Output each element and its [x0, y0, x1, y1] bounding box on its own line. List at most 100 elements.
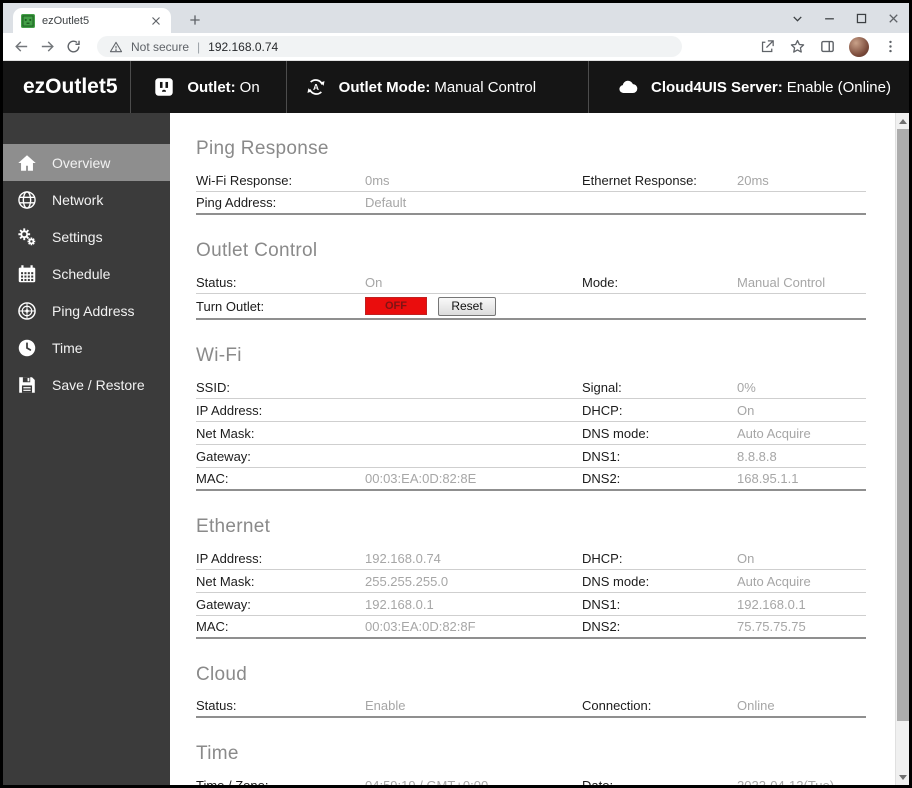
- side-panel-icon[interactable]: [819, 38, 836, 55]
- bookmark-star-icon[interactable]: [789, 38, 806, 55]
- field-label: DNS mode:: [582, 573, 650, 589]
- table-row: Turn Outlet: OFF Reset: [196, 294, 866, 320]
- sidebar-item-schedule[interactable]: Schedule: [3, 255, 170, 292]
- sidebar-item-settings[interactable]: Settings: [3, 218, 170, 255]
- section-title: Time: [196, 743, 239, 764]
- field-value: On: [737, 402, 755, 418]
- tab-close-icon[interactable]: [149, 14, 163, 28]
- field-value: On: [737, 550, 755, 566]
- field-label: Connection:: [582, 698, 652, 713]
- field-label: IP Address:: [196, 550, 263, 566]
- back-button[interactable]: [13, 38, 30, 55]
- section-ping-response: Ping Response Wi-Fi Response: 0ms Ethernet …: [196, 138, 866, 215]
- field-value: Online: [737, 698, 775, 713]
- section-title: Cloud: [196, 664, 248, 685]
- reload-button[interactable]: [65, 38, 82, 55]
- sidebar-item-label: Save / Restore: [52, 376, 145, 393]
- sidebar-item-label: Network: [52, 191, 104, 208]
- outlet-icon: [153, 76, 175, 98]
- address-bar[interactable]: Not secure | 192.168.0.74: [97, 36, 682, 57]
- maximize-button[interactable]: [854, 11, 869, 26]
- table-row: Gateway: DNS1: 8.8.8.8: [196, 445, 866, 468]
- section-title: Ping Response: [196, 138, 329, 159]
- field-label: Gateway:: [196, 596, 251, 612]
- window-close-button[interactable]: [886, 11, 901, 26]
- table-row: Ping Address: Default: [196, 192, 866, 215]
- field-label: Status:: [196, 698, 237, 713]
- field-label: DNS mode:: [582, 425, 650, 441]
- field-value: 00:03:EA:0D:82:8E: [365, 471, 477, 486]
- auto-mode-icon: A: [305, 76, 327, 98]
- table-row: MAC: 00:03:EA:0D:82:8E DNS2: 168.95.1.1: [196, 468, 866, 491]
- sidebar-item-ping-address[interactable]: Ping Address: [3, 292, 170, 329]
- minimize-button[interactable]: [822, 11, 837, 26]
- calendar-icon: [16, 263, 38, 285]
- reset-button[interactable]: Reset: [438, 296, 496, 316]
- section-time: Time Time / Zone: 04:59:19 / GMT+0:00 Date:…: [196, 743, 866, 785]
- field-label: Date:: [582, 777, 614, 786]
- sidebar-item-save-restore[interactable]: Save / Restore: [3, 366, 170, 403]
- not-secure-warning-icon[interactable]: [109, 40, 123, 54]
- field-value: 20ms: [737, 172, 769, 188]
- table-row: Status: Enable Connection: Online: [196, 695, 866, 718]
- tab-title: ezOutlet5: [42, 14, 90, 27]
- sidebar-item-overview[interactable]: Overview: [3, 144, 170, 181]
- field-value: Manual Control: [737, 274, 826, 290]
- tab-search-button[interactable]: [790, 11, 805, 26]
- section-title: Wi-Fi: [196, 345, 242, 366]
- table-row: IP Address: 192.168.0.74 DHCP: On: [196, 547, 866, 570]
- field-label: DHCP:: [582, 402, 623, 418]
- header-item-text: Cloud4UIS Server: Enable (Online): [651, 79, 891, 96]
- header-item-text: Outlet: On: [187, 79, 259, 96]
- field-label: DNS1:: [582, 596, 621, 612]
- window-controls: [790, 3, 901, 33]
- field-value: 168.95.1.1: [737, 471, 799, 486]
- target-icon: [16, 300, 38, 322]
- new-tab-button[interactable]: [185, 10, 205, 30]
- forward-button[interactable]: [39, 38, 56, 55]
- plus-icon: [187, 12, 203, 28]
- field-label: MAC:: [196, 619, 229, 634]
- field-label: Wi-Fi Response:: [196, 172, 293, 188]
- tab-strip: ezOutlet5: [3, 3, 909, 33]
- field-value: 192.168.0.1: [365, 596, 434, 612]
- field-label: Ethernet Response:: [582, 172, 697, 188]
- browser-tab[interactable]: ezOutlet5: [13, 8, 171, 33]
- browser-menu-icon[interactable]: [882, 38, 899, 55]
- tab-favicon-icon: [21, 13, 35, 28]
- field-value: Auto Acquire: [737, 425, 811, 441]
- table-row: Time / Zone: 04:59:19 / GMT+0:00 Date: 2022…: [196, 774, 866, 786]
- sidebar-item-network[interactable]: Network: [3, 181, 170, 218]
- field-value: Auto Acquire: [737, 573, 811, 589]
- vertical-scrollbar[interactable]: [895, 113, 909, 785]
- section-cloud: Cloud Status: Enable Connection: Online: [196, 664, 866, 718]
- sidebar-item-label: Ping Address: [52, 302, 135, 319]
- scroll-down-arrow[interactable]: [896, 770, 909, 784]
- field-value: 2022-04-12(Tue): [737, 777, 835, 786]
- header-item-value: Manual Control: [434, 78, 537, 96]
- field-value: Enable: [365, 698, 406, 713]
- field-label: MAC:: [196, 471, 229, 486]
- gears-icon: [16, 226, 38, 248]
- field-value: 192.168.0.74: [365, 550, 441, 566]
- field-label: Signal:: [582, 379, 622, 395]
- browser-window: ezOutlet5 Not secure | 192.168.0.74 ezOu…: [0, 0, 912, 788]
- home-icon: [16, 152, 38, 174]
- table-row: SSID: Signal: 0%: [196, 376, 866, 399]
- field-label: DHCP:: [582, 550, 623, 566]
- profile-avatar[interactable]: [849, 36, 869, 57]
- scroll-up-arrow[interactable]: [896, 114, 909, 128]
- sidebar-item-time[interactable]: Time: [3, 329, 170, 366]
- url-text: 192.168.0.74: [208, 39, 279, 54]
- clock-icon: [16, 337, 38, 359]
- table-row: Net Mask: DNS mode: Auto Acquire: [196, 422, 866, 445]
- share-icon[interactable]: [759, 38, 776, 55]
- field-label: Ping Address:: [196, 195, 277, 210]
- off-button[interactable]: OFF: [365, 297, 427, 315]
- field-label: Net Mask:: [196, 425, 255, 441]
- main-content: Ping Response Wi-Fi Response: 0ms Ethernet …: [170, 113, 909, 785]
- scrollbar-thumb[interactable]: [897, 129, 909, 721]
- field-value: 8.8.8.8: [737, 448, 777, 464]
- save-icon: [16, 374, 38, 396]
- section-wi-fi: Wi-Fi SSID: Signal: 0% IP Address: DHCP: On Net…: [196, 345, 866, 491]
